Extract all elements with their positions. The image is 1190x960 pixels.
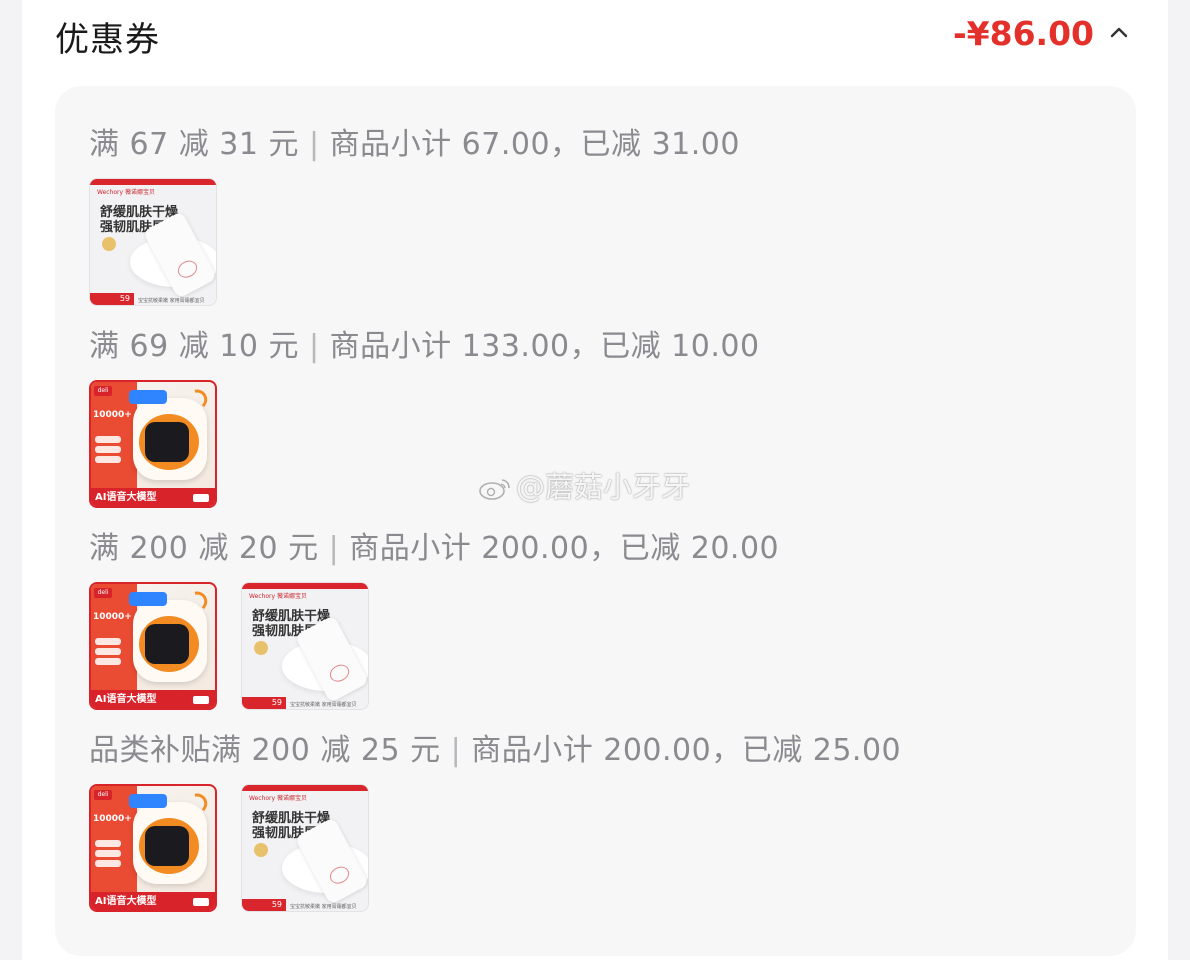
product-footer-text: 宝宝抗敏柔嫩 家用膏霜都宜贝 xyxy=(138,298,205,304)
award-badge-icon xyxy=(254,641,268,655)
robot-image xyxy=(133,600,207,682)
product-banner-text: AI语音大模型 xyxy=(95,492,157,503)
product-footer-text: 宝宝抗敏柔嫩 家用膏霜都宜贝 xyxy=(290,702,357,708)
product-footer-text: 宝宝抗敏柔嫩 家用膏霜都宜贝 xyxy=(290,904,357,910)
product-thumbnail-deli[interactable]: deli 10000+ 免费素材 AI语音大模型 xyxy=(89,582,217,710)
coupon-rule-label: 满 67 减 31 元 xyxy=(89,127,299,162)
divider: | xyxy=(309,127,320,162)
deli-logo: deli xyxy=(94,386,112,396)
coupon-rule-label: 品类补贴满 200 减 25 元 xyxy=(89,733,441,768)
coupon-rule-detail: 商品小计 200.00，已减 20.00 xyxy=(349,531,780,566)
award-badge-icon xyxy=(102,237,116,251)
coupon-rule-detail: 商品小计 133.00，已减 10.00 xyxy=(329,329,760,364)
divider: | xyxy=(309,329,320,364)
divider: | xyxy=(328,531,340,566)
product-thumbnail-deli[interactable]: deli 10000+ 免费素材 AI语音大模型 xyxy=(89,380,217,508)
coupon-discount-amount[interactable]: -¥86.00 xyxy=(953,14,1094,53)
robot-image xyxy=(133,802,207,884)
coupon-rule-3: 满 200 减 20 元 | 商品小计 200.00，已减 20.00 xyxy=(89,523,779,567)
product-banner-text: AI语音大模型 xyxy=(95,896,157,907)
watermark-text: @蘑菇小牙牙 xyxy=(516,470,691,504)
award-badge-icon xyxy=(254,843,268,857)
coupon-rule-1: 满 67 减 31 元 | 商品小计 67.00，已减 31.00 xyxy=(89,119,740,163)
coupon-rule-detail: 商品小计 200.00，已减 25.00 xyxy=(471,733,902,768)
product-price-tag: 59 xyxy=(242,697,286,709)
product-price-tag: 59 xyxy=(242,899,286,911)
coupon-rule-2: 满 69 减 10 元 | 商品小计 133.00，已减 10.00 xyxy=(89,321,760,365)
deli-logo: deli xyxy=(94,588,112,598)
coupon-detail-panel: 满 67 减 31 元 | 商品小计 67.00，已减 31.00 Wechory … xyxy=(55,86,1136,956)
product-thumbnail-cream[interactable]: Wechory 薇诺娜宝贝 舒缓肌肤干燥 强韧肌肤屏障 59 宝宝抗敏柔嫩 家用… xyxy=(89,178,217,306)
weibo-logo-icon xyxy=(479,479,510,500)
divider: | xyxy=(450,733,462,768)
product-price-tag: 59 xyxy=(90,293,134,305)
product-thumbnail-cream[interactable]: Wechory 薇诺娜宝贝 舒缓肌肤干燥 强韧肌肤屏障 59 宝宝抗敏柔嫩 家用… xyxy=(241,784,369,912)
product-thumbnail-deli[interactable]: deli 10000+ 免费素材 AI语音大模型 xyxy=(89,784,217,912)
product-brand: Wechory 薇诺娜宝贝 xyxy=(249,593,307,600)
watermark: @蘑菇小牙牙 xyxy=(478,464,690,506)
chevron-up-icon[interactable] xyxy=(1110,26,1128,38)
coupon-rule-label: 满 200 减 20 元 xyxy=(89,531,319,566)
robot-image xyxy=(133,398,207,480)
product-brand: Wechory 薇诺娜宝贝 xyxy=(97,189,155,196)
coupon-rule-detail: 商品小计 67.00，已减 31.00 xyxy=(329,127,740,162)
coupon-section-title: 优惠券 xyxy=(55,20,160,60)
product-banner-text: AI语音大模型 xyxy=(95,694,157,705)
product-thumbnail-cream[interactable]: Wechory 薇诺娜宝贝 舒缓肌肤干燥 强韧肌肤屏障 59 宝宝抗敏柔嫩 家用… xyxy=(241,582,369,710)
coupon-rule-4: 品类补贴满 200 减 25 元 | 商品小计 200.00，已减 25.00 xyxy=(89,725,901,769)
coupon-rule-label: 满 69 减 10 元 xyxy=(89,329,299,364)
product-brand: Wechory 薇诺娜宝贝 xyxy=(249,795,307,802)
deli-logo: deli xyxy=(94,790,112,800)
